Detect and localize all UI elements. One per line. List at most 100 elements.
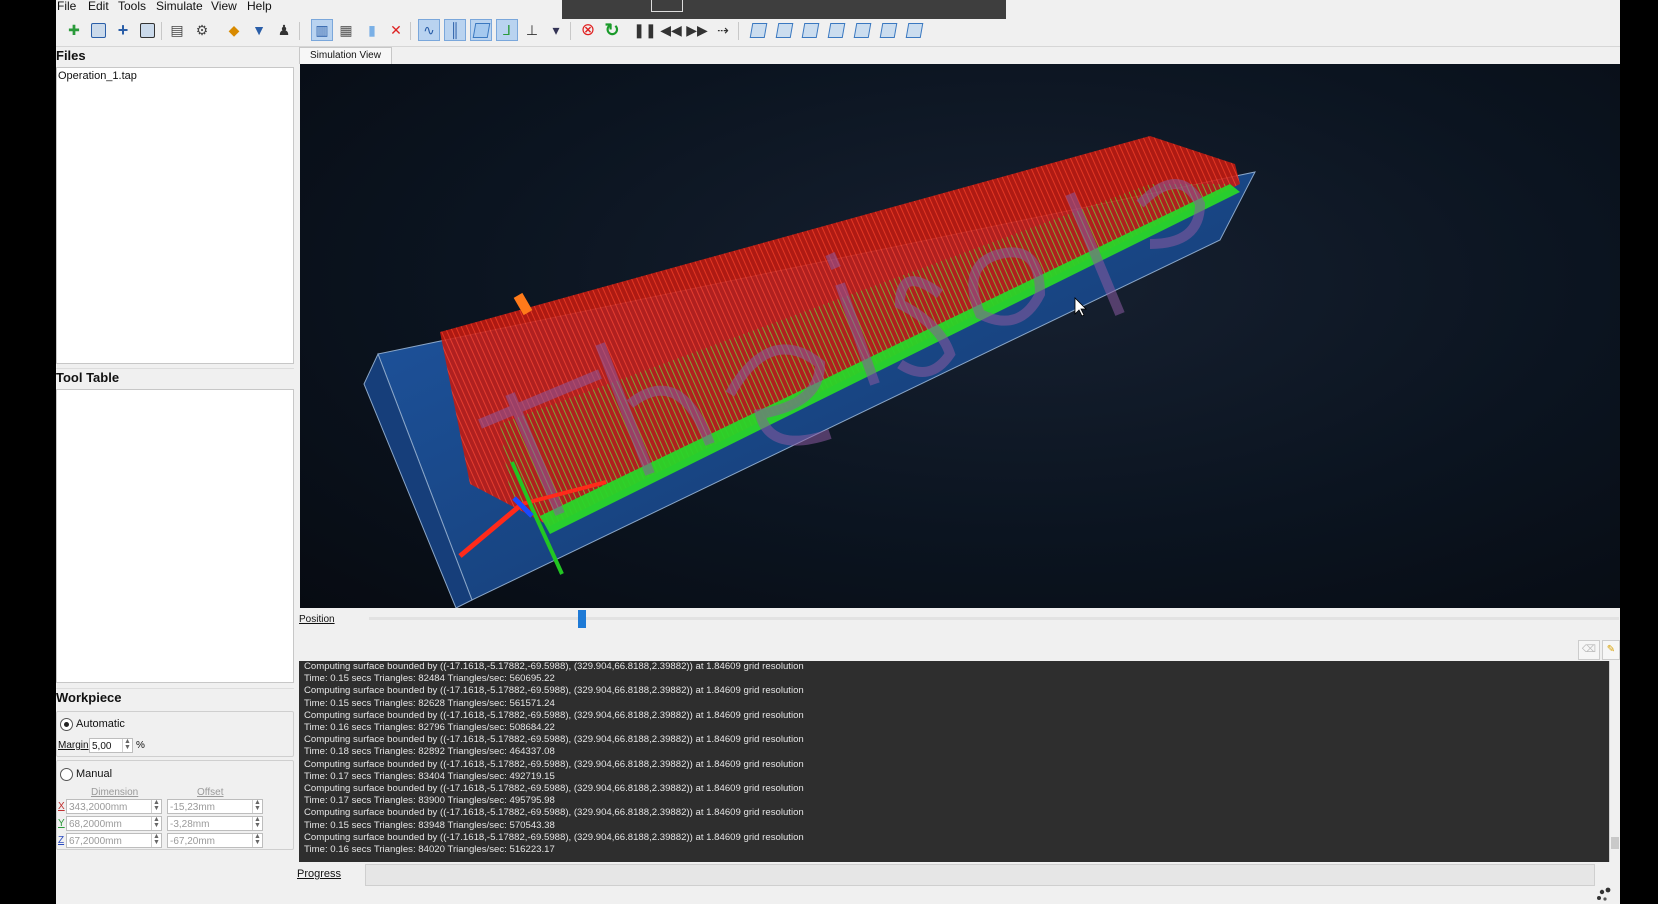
curve-icon[interactable]: ∿ — [418, 19, 440, 41]
menu-file[interactable]: File — [57, 0, 76, 13]
pause-icon[interactable]: ❚❚ — [633, 20, 656, 40]
view-left-icon[interactable] — [826, 20, 846, 40]
log-line: Computing surface bounded by ((-17.1618,… — [304, 758, 804, 770]
manual-group: Manual Dimension Offset X 343,2000mm ▲ ▼ -… — [56, 760, 294, 850]
dimension-z-input[interactable]: 67,2000mm ▲ ▼ — [66, 833, 162, 848]
tool-table-title: Tool Table — [56, 368, 294, 387]
console-scroll-thumb[interactable] — [1611, 837, 1619, 849]
axis-icon[interactable]: ⅃ — [496, 19, 518, 41]
stop-icon[interactable]: ⊗ — [578, 20, 598, 40]
step-icon[interactable]: ⇢ — [713, 20, 733, 40]
log-line: Time: 0.18 secs Triangles: 82892 Triangl… — [304, 746, 555, 758]
workpiece-title: Workpiece — [56, 688, 294, 707]
files-panel-title: Files — [56, 48, 86, 63]
automatic-label: Automatic — [76, 718, 125, 730]
clear-log-button[interactable]: ⌫ — [1578, 640, 1600, 660]
console-scrollbar[interactable] — [1609, 661, 1620, 862]
open-file-icon[interactable] — [88, 20, 108, 40]
edit-icon[interactable]: ✎ — [1602, 640, 1620, 660]
log-line: Time: 0.16 secs Triangles: 82796 Triangl… — [304, 722, 555, 734]
save-icon[interactable] — [137, 20, 157, 40]
rewind-icon[interactable]: ◀◀ — [660, 20, 682, 40]
menu-tools[interactable]: Tools — [118, 0, 146, 13]
workpiece-icon[interactable]: ▼ — [249, 20, 269, 40]
reload-icon[interactable]: ↻ — [602, 20, 622, 40]
stepper-icon[interactable]: ▲ ▼ — [151, 833, 161, 847]
stepper-icon[interactable]: ▲ ▼ — [151, 799, 161, 813]
dimension-y-input[interactable]: 68,2000mm ▲ ▼ — [66, 816, 162, 831]
axis-y-label: Y — [58, 818, 65, 829]
machine-icon[interactable]: ♟ — [274, 20, 294, 40]
offset-header: Offset — [197, 787, 224, 798]
box-icon[interactable] — [470, 19, 492, 41]
log-line: Computing surface bounded by ((-17.1618,… — [304, 831, 804, 843]
menu-simulate[interactable]: Simulate — [156, 0, 203, 13]
margin-input[interactable]: 5,00 ▲ ▼ — [89, 738, 133, 753]
log-line: Computing surface bounded by ((-17.1618,… — [304, 709, 804, 721]
manual-radio[interactable] — [60, 768, 73, 781]
add-icon[interactable]: + — [113, 20, 133, 40]
menu-help[interactable]: Help — [247, 0, 272, 13]
progress-label: Progress — [297, 868, 342, 880]
info-icon[interactable]: ◆ — [224, 20, 244, 40]
stepper-icon[interactable]: ▲ ▼ — [151, 816, 161, 830]
view-right-icon[interactable] — [852, 20, 872, 40]
log-line: Computing surface bounded by ((-17.1618,… — [304, 783, 804, 795]
stock-icon[interactable]: ▮ — [362, 20, 382, 40]
files-list[interactable]: Operation_1.tap — [56, 67, 294, 364]
log-line: Computing surface bounded by ((-17.1618,… — [304, 661, 804, 672]
axis-x-label: X — [58, 801, 65, 812]
view-back-icon[interactable] — [878, 20, 898, 40]
dimension-x-input[interactable]: 343,2000mm ▲ ▼ — [66, 799, 162, 814]
menu-edit[interactable]: Edit — [88, 0, 109, 13]
view-mode-icon[interactable]: ▥ — [311, 19, 333, 41]
stepper-icon[interactable]: ▲ ▼ — [122, 738, 132, 752]
tab-simulation-view[interactable]: Simulation View — [299, 47, 392, 64]
log-line: Computing surface bounded by ((-17.1618,… — [304, 807, 804, 819]
tool-table[interactable] — [56, 389, 294, 683]
log-line: Time: 0.15 secs Triangles: 82628 Triangl… — [304, 697, 555, 709]
measure-icon[interactable]: ║ — [444, 19, 466, 41]
toolpath-icon[interactable]: ▤ — [167, 20, 187, 40]
stepper-icon[interactable]: ▲ ▼ — [252, 799, 262, 813]
log-line: Computing surface bounded by ((-17.1618,… — [304, 685, 804, 697]
simulation-3d-render — [363, 136, 1256, 608]
view-iso-icon[interactable] — [748, 20, 768, 40]
simulation-viewport[interactable] — [300, 64, 1620, 608]
margin-unit: % — [136, 740, 145, 751]
busy-spinner-icon — [1597, 887, 1611, 901]
stepper-icon[interactable]: ▲ ▼ — [252, 833, 262, 847]
offset-z-input[interactable]: -67,20mm ▲ ▼ — [167, 833, 263, 848]
view-front-icon[interactable] — [774, 20, 794, 40]
new-file-icon[interactable]: ✚ — [64, 20, 84, 40]
view-top-icon[interactable] — [800, 20, 820, 40]
margin-label: Margin — [58, 740, 89, 751]
video-overlay-bar — [562, 0, 1006, 19]
tool-icon[interactable]: ⚙ — [192, 20, 212, 40]
automatic-radio[interactable] — [60, 718, 73, 731]
log-console[interactable]: Computing surface bounded by ((-17.1618,… — [299, 661, 1609, 862]
fast-forward-icon[interactable]: ▶▶ — [686, 20, 708, 40]
list-item[interactable]: Operation_1.tap — [57, 68, 293, 84]
position-label: Position — [299, 614, 335, 625]
stepper-icon[interactable]: ▲ ▼ — [252, 816, 262, 830]
zero-icon[interactable]: ⊥ — [522, 20, 542, 40]
fixture-icon[interactable]: ▦ — [336, 20, 356, 40]
log-line: Time: 0.17 secs Triangles: 83900 Triangl… — [304, 795, 555, 807]
delete-icon[interactable]: ✕ — [386, 20, 406, 40]
dimension-header: Dimension — [91, 787, 139, 798]
position-slider-handle[interactable] — [577, 610, 586, 628]
automatic-group: Automatic Margin 5,00 ▲ ▼ % — [56, 711, 294, 757]
progress-bar — [365, 864, 1595, 886]
menu-view[interactable]: View — [211, 0, 237, 13]
offset-y-input[interactable]: -3,28mm ▲ ▼ — [167, 816, 263, 831]
manual-label: Manual — [76, 768, 113, 780]
offset-x-input[interactable]: -15,23mm ▲ ▼ — [167, 799, 263, 814]
log-line: Time: 0.15 secs Triangles: 83948 Triangl… — [304, 819, 555, 831]
axis-z-label: Z — [58, 835, 65, 846]
position-slider-track[interactable] — [369, 617, 1619, 620]
probe-icon[interactable]: ▾ — [546, 20, 566, 40]
log-line: Time: 0.15 secs Triangles: 82484 Triangl… — [304, 673, 555, 685]
view-bottom-icon[interactable] — [904, 20, 924, 40]
cam-simulator-window: File Edit Tools Simulate View Help ✚ + ▤… — [56, 0, 1620, 904]
